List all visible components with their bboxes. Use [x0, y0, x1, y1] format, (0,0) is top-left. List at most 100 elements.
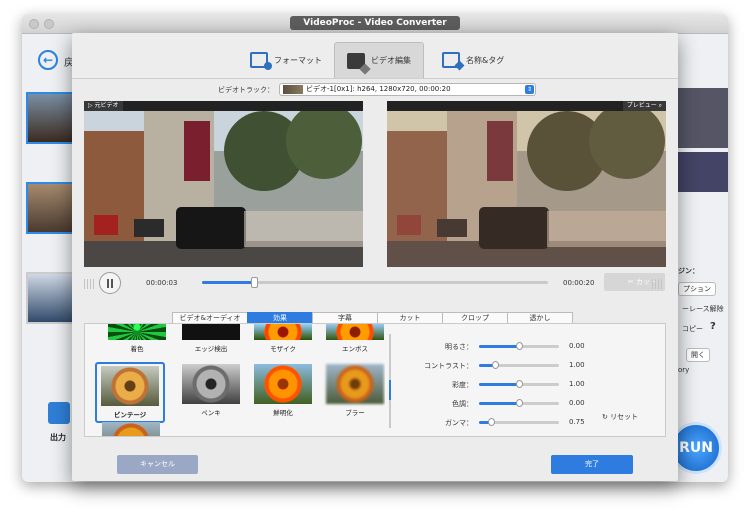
effects-panel: 着色 エッジ検出 モザイク エンボス ビンテージ ペンキ 鮮明化 ブラー 明るさ…	[84, 323, 666, 437]
slider-fill	[479, 383, 519, 386]
slider-knob[interactable]	[492, 361, 499, 369]
pause-button[interactable]	[99, 272, 121, 294]
effect-label: エッジ検出	[194, 345, 228, 353]
effect-edge-detect[interactable]: エッジ検出	[179, 324, 243, 353]
done-button[interactable]: 完了	[551, 455, 633, 474]
video-track-row: ビデオトラック： ビデオ-1[0x1]: h264, 1280x720, 00:…	[72, 82, 678, 98]
history-label: ory	[678, 366, 690, 374]
preview-panel	[676, 152, 728, 192]
minimize-window-button[interactable]	[44, 19, 54, 29]
slider-knob[interactable]	[516, 342, 523, 350]
original-video-label[interactable]: ▷ 元ビデオ	[84, 101, 123, 111]
effect-thumbnail	[182, 324, 240, 340]
effect-thumbnail	[102, 422, 160, 436]
adjust-label: 彩度：	[452, 381, 473, 389]
slider-fill	[479, 345, 519, 348]
saturation-slider[interactable]: 彩度： 1.00	[393, 378, 593, 390]
effect-label: ビンテージ	[113, 411, 147, 419]
effect-vintage[interactable]: ビンテージ	[95, 362, 165, 423]
slider-knob[interactable]	[488, 418, 495, 426]
title-bar: VideoProc - Video Converter	[22, 14, 728, 34]
preview-panel	[676, 88, 728, 148]
effect-sharpen[interactable]: 鮮明化	[251, 364, 315, 417]
option-button[interactable]: プション	[678, 282, 716, 296]
slider-track[interactable]	[479, 361, 559, 369]
contrast-slider[interactable]: コントラスト： 1.00	[393, 359, 593, 371]
preview-video: プレビュー ⌕	[387, 101, 666, 267]
slider-track[interactable]	[479, 399, 559, 407]
reset-button[interactable]: ↻ リセット	[602, 412, 638, 422]
panel-scroll-indicator[interactable]	[389, 380, 391, 400]
effect-label: 鮮明化	[273, 409, 293, 417]
seek-handle[interactable]	[250, 277, 258, 288]
street-scene-vintage-image	[387, 111, 666, 267]
effect-pencil[interactable]: ペンキ	[179, 364, 243, 417]
option-heading: ジン：	[678, 267, 699, 275]
video-track-label: ビデオトラック：	[218, 86, 274, 94]
adjust-value: 1.00	[569, 380, 585, 388]
tab-video-edit[interactable]: ビデオ編集	[334, 42, 424, 78]
video-thumbnail[interactable]	[26, 92, 76, 144]
brightness-slider[interactable]: 明るさ： 0.00	[393, 340, 593, 352]
effect-thumbnail	[182, 364, 240, 404]
preview-label[interactable]: プレビュー ⌕	[622, 101, 666, 111]
effect-label: ブラー	[345, 409, 365, 417]
video-thumbnail[interactable]	[26, 182, 76, 234]
street-scene-image	[84, 111, 363, 267]
track-thumbnail	[283, 85, 303, 94]
edit-dialog: フォーマット ビデオ編集 名称&タグ ビデオトラック： ビデオ-1[0x1]: …	[72, 33, 678, 481]
cancel-button[interactable]: キャンセル	[117, 455, 198, 474]
adjust-value: 0.00	[569, 342, 585, 350]
video-thumbnail[interactable]	[26, 272, 76, 324]
effect-emboss[interactable]: エンボス	[323, 324, 385, 353]
current-time: 00:00:03	[146, 279, 178, 287]
effect-thumbnail-more[interactable]	[99, 422, 163, 436]
reset-label: リセット	[610, 413, 639, 421]
window-title: VideoProc - Video Converter	[290, 16, 460, 30]
output-label: 出力	[50, 433, 66, 442]
slider-knob[interactable]	[516, 399, 523, 407]
adjust-label: コントラスト：	[424, 362, 473, 370]
dialog-tab-bar: フォーマット ビデオ編集 名称&タグ	[72, 33, 678, 79]
adjust-label: 色調：	[452, 400, 473, 408]
effect-blur[interactable]: ブラー	[323, 364, 385, 417]
close-window-button[interactable]	[29, 19, 39, 29]
effects-grid: 着色 エッジ検出 モザイク エンボス ビンテージ ペンキ 鮮明化 ブラー	[85, 324, 385, 436]
seek-fill	[202, 281, 254, 284]
slider-track[interactable]	[479, 380, 559, 388]
effect-colorize[interactable]: 着色	[105, 324, 169, 353]
adjust-label: ガンマ：	[445, 419, 473, 427]
format-icon	[250, 52, 272, 70]
tab-label: フォーマット	[274, 55, 322, 65]
slider-knob[interactable]	[516, 380, 523, 388]
effect-thumbnail	[254, 324, 312, 340]
hue-slider[interactable]: 色調： 0.00	[393, 397, 593, 409]
slider-track[interactable]	[479, 418, 559, 426]
effect-thumbnail	[254, 364, 312, 404]
gamma-slider[interactable]: ガンマ： 0.75	[393, 416, 593, 428]
video-track-value: ビデオ-1[0x1]: h264, 1280x720, 00:00:20	[306, 85, 451, 93]
reset-icon: ↻	[602, 413, 608, 421]
adjust-label: 明るさ：	[445, 343, 473, 351]
deinterlace-label: ーレース解除	[682, 305, 724, 313]
grip-handle-icon	[652, 279, 662, 289]
seek-slider[interactable]	[202, 277, 548, 288]
copy-label: コピー	[682, 325, 703, 333]
effect-thumbnail	[108, 324, 166, 340]
open-button[interactable]: 開く	[686, 348, 710, 362]
tab-format[interactable]: フォーマット	[238, 42, 334, 78]
video-edit-icon	[347, 52, 365, 69]
tab-name-tag[interactable]: 名称&タグ	[430, 42, 516, 78]
adjust-value: 1.00	[569, 361, 585, 369]
help-icon[interactable]: ?	[710, 321, 716, 332]
effect-label: モザイク	[270, 345, 296, 353]
back-arrow-icon[interactable]: ←	[38, 50, 58, 70]
output-icon[interactable]	[48, 402, 70, 424]
slider-track[interactable]	[479, 342, 559, 350]
effect-mosaic[interactable]: モザイク	[251, 324, 315, 353]
video-track-select[interactable]: ビデオ-1[0x1]: h264, 1280x720, 00:00:20 ⇕	[279, 83, 536, 96]
tab-label: ビデオ編集	[371, 56, 411, 65]
effect-thumbnail	[101, 366, 159, 406]
original-video: ▷ 元ビデオ	[84, 101, 363, 267]
effect-label: ペンキ	[201, 409, 221, 417]
